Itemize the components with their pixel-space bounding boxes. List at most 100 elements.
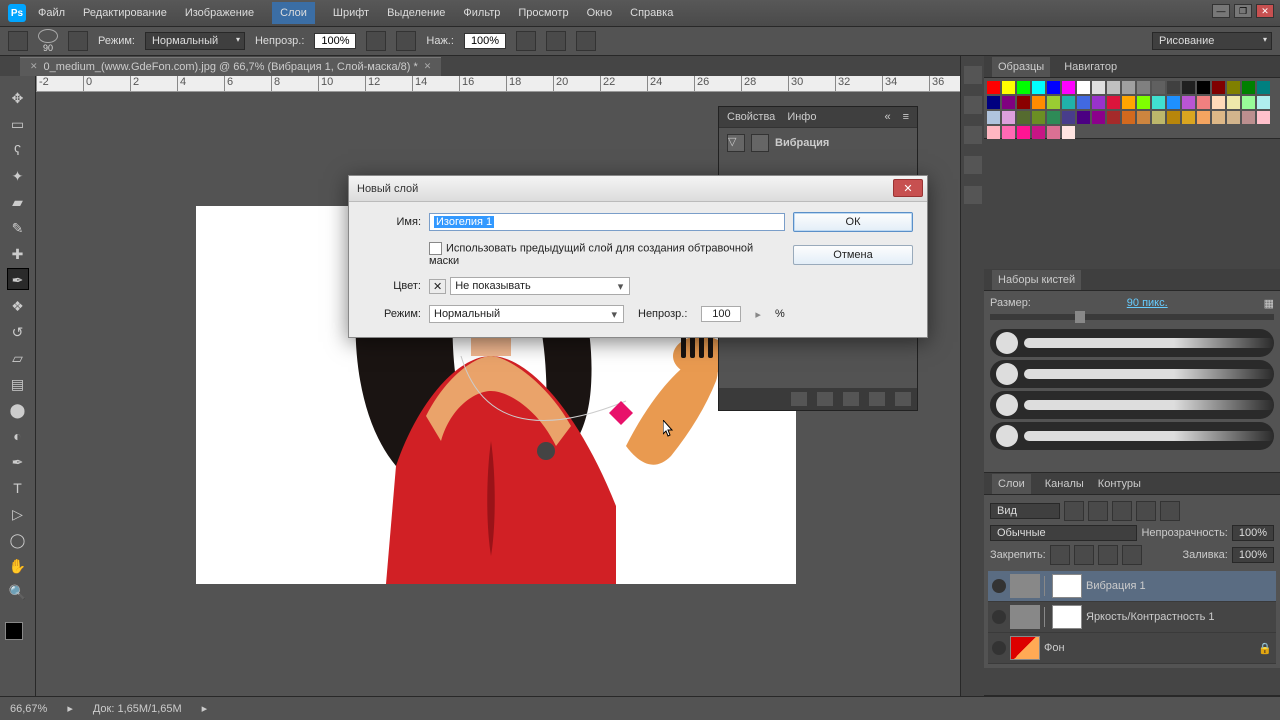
layer-fill-input[interactable]: 100% xyxy=(1232,547,1274,563)
lock-pos-icon[interactable] xyxy=(1098,545,1118,565)
strip-icon[interactable] xyxy=(964,156,982,174)
swatch[interactable] xyxy=(1242,81,1255,94)
menu-item-9[interactable]: Справка xyxy=(630,7,673,19)
dialog-close-button[interactable]: ✕ xyxy=(893,179,923,197)
swatch[interactable] xyxy=(987,81,1000,94)
swatches-tab[interactable]: Образцы xyxy=(992,57,1050,77)
swatch[interactable] xyxy=(1122,96,1135,109)
flow-input[interactable]: 100% xyxy=(464,33,506,49)
eyedropper-tool[interactable]: ✎ xyxy=(7,216,29,238)
tab-close-icon-2[interactable]: ✕ xyxy=(424,61,432,72)
dodge-tool[interactable]: ◐ xyxy=(7,424,29,446)
heal-tool[interactable]: ✚ xyxy=(7,242,29,264)
swatch[interactable] xyxy=(1077,111,1090,124)
strip-icon[interactable] xyxy=(964,126,982,144)
swatch[interactable] xyxy=(987,126,1000,139)
swatch[interactable] xyxy=(1257,96,1270,109)
flow-flyout[interactable] xyxy=(516,31,536,51)
swatch[interactable] xyxy=(1047,81,1060,94)
swatch[interactable] xyxy=(1242,96,1255,109)
swatch[interactable] xyxy=(1242,111,1255,124)
close-app-button[interactable]: ✕ xyxy=(1256,4,1274,18)
clip-checkbox-row[interactable]: Использовать предыдущий слой для создани… xyxy=(429,242,785,267)
move-tool[interactable]: ✥ xyxy=(7,86,29,108)
swatch[interactable] xyxy=(1182,81,1195,94)
menu-item-7[interactable]: Просмотр xyxy=(518,7,568,19)
layer-name[interactable]: Яркость/Контрастность 1 xyxy=(1086,611,1215,623)
swatch[interactable] xyxy=(1062,81,1075,94)
maximize-button[interactable]: ❐ xyxy=(1234,4,1252,18)
gradient-tool[interactable]: ▤ xyxy=(7,372,29,394)
mask-thumb[interactable] xyxy=(1052,605,1082,629)
swatch[interactable] xyxy=(1032,126,1045,139)
menu-item-1[interactable]: Редактирование xyxy=(83,7,167,19)
swatch[interactable] xyxy=(1122,111,1135,124)
strip-icon[interactable] xyxy=(964,96,982,114)
swatch[interactable] xyxy=(1032,81,1045,94)
opacity-input-dlg[interactable]: 100 xyxy=(701,306,741,322)
brush-panel-toggle[interactable] xyxy=(68,31,88,51)
swatch[interactable] xyxy=(1197,96,1210,109)
swatch[interactable] xyxy=(1227,111,1240,124)
eraser-tool[interactable]: ▱ xyxy=(7,346,29,368)
menu-item-8[interactable]: Окно xyxy=(587,7,613,19)
shape-tool[interactable]: ◯ xyxy=(7,528,29,550)
clip-checkbox[interactable] xyxy=(429,242,442,255)
swatch[interactable] xyxy=(1212,111,1225,124)
lock-trans-icon[interactable] xyxy=(1050,545,1070,565)
visibility-icon[interactable] xyxy=(869,392,885,406)
blur-tool[interactable]: ⬤ xyxy=(7,398,29,420)
menu-item-2[interactable]: Изображение xyxy=(185,7,254,19)
wand-tool[interactable]: ✦ xyxy=(7,164,29,186)
swatch[interactable] xyxy=(1257,81,1270,94)
filter-type-icon[interactable] xyxy=(1112,501,1132,521)
filter-smart-icon[interactable] xyxy=(1160,501,1180,521)
hand-tool[interactable]: ✋ xyxy=(7,554,29,576)
swatch[interactable] xyxy=(1017,96,1030,109)
swatch[interactable] xyxy=(1107,81,1120,94)
swatch[interactable] xyxy=(1092,96,1105,109)
info-tab[interactable]: Инфо xyxy=(787,111,816,123)
reset-icon[interactable] xyxy=(843,392,859,406)
view-prev-icon[interactable] xyxy=(817,392,833,406)
swatch[interactable] xyxy=(1197,81,1210,94)
mask-thumb[interactable] xyxy=(1052,574,1082,598)
strip-icon[interactable] xyxy=(964,66,982,84)
filter-adj-icon[interactable] xyxy=(1088,501,1108,521)
swatch-grid[interactable] xyxy=(984,78,1280,138)
zoom-readout[interactable]: 66,67% xyxy=(10,703,47,715)
name-input[interactable]: Изогелия 1 xyxy=(429,213,785,231)
swatch[interactable] xyxy=(1077,81,1090,94)
brushes-tab[interactable]: Наборы кистей xyxy=(992,270,1081,290)
swatch[interactable] xyxy=(1167,81,1180,94)
swatch[interactable] xyxy=(1002,126,1015,139)
swatch[interactable] xyxy=(1002,111,1015,124)
visibility-toggle[interactable] xyxy=(992,579,1006,593)
trash-icon[interactable] xyxy=(895,392,911,406)
opacity-flyout[interactable] xyxy=(366,31,386,51)
layer-row[interactable]: Вибрация 1 xyxy=(988,571,1276,602)
swatch[interactable] xyxy=(1257,111,1270,124)
swatch[interactable] xyxy=(1152,81,1165,94)
mask-icon[interactable] xyxy=(751,134,769,152)
background-swatch[interactable] xyxy=(14,631,32,649)
foreground-swatch[interactable] xyxy=(5,622,23,640)
menu-item-3[interactable]: Слои xyxy=(272,2,315,24)
mode-select[interactable]: Нормальный xyxy=(429,305,624,323)
swatch[interactable] xyxy=(1047,126,1060,139)
path-select-tool[interactable]: ▷ xyxy=(7,502,29,524)
panel-menu-icon[interactable]: ≡ xyxy=(903,111,909,123)
cancel-button[interactable]: Отмена xyxy=(793,245,913,265)
layer-opacity-input[interactable]: 100% xyxy=(1232,525,1274,541)
swatch[interactable] xyxy=(1062,111,1075,124)
clip-icon[interactable] xyxy=(791,392,807,406)
swatch[interactable] xyxy=(1107,96,1120,109)
channels-tab[interactable]: Каналы xyxy=(1045,478,1084,490)
minimize-button[interactable]: — xyxy=(1212,4,1230,18)
pressure-size-icon[interactable] xyxy=(576,31,596,51)
swatch[interactable] xyxy=(1197,111,1210,124)
layer-name[interactable]: Вибрация 1 xyxy=(1086,580,1146,592)
blend-mode-select[interactable]: Нормальный xyxy=(145,32,245,50)
strip-icon[interactable] xyxy=(964,186,982,204)
workspace-select[interactable]: Рисование xyxy=(1152,32,1272,50)
